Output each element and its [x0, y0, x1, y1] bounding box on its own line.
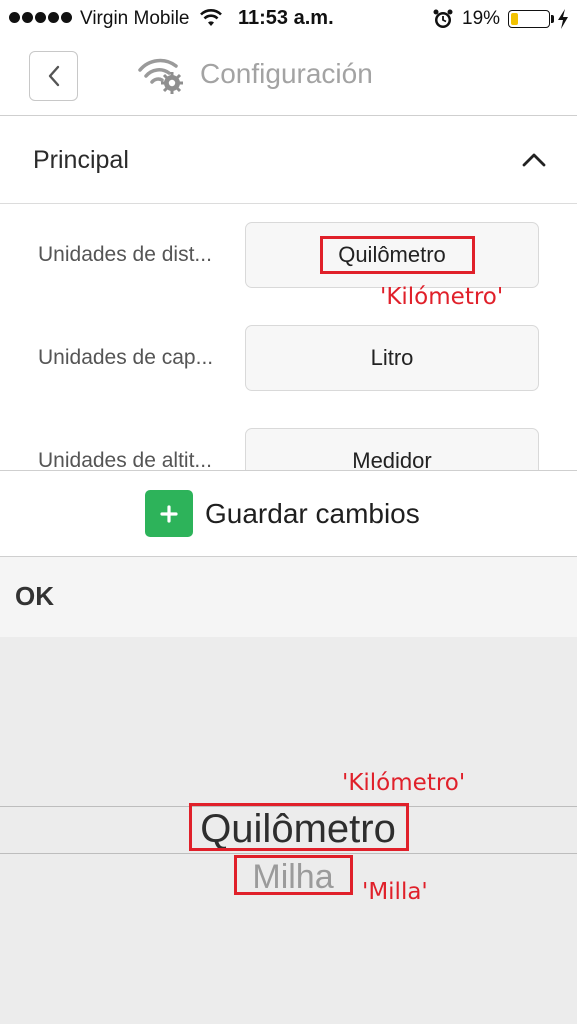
signal-strength-icon [9, 12, 72, 23]
alarm-icon [433, 9, 453, 28]
altitude-units-value: Medidor [352, 448, 432, 470]
section-principal-header[interactable]: Principal [0, 117, 577, 204]
status-bar: Virgin Mobile 11:53 a.m. 19% [0, 0, 577, 38]
battery-tip [551, 15, 554, 23]
altitude-units-label: Unidades de altit... [38, 449, 212, 470]
chevron-left-icon [48, 65, 59, 87]
save-changes-label: Guardar cambios [205, 497, 420, 529]
battery-percent: 19% [462, 8, 501, 29]
capacity-units-label: Unidades de cap... [38, 346, 214, 369]
picker-toolbar: OK [0, 557, 577, 637]
save-changes-button[interactable]: Guardar cambios [145, 490, 420, 537]
annotation-box-field [320, 236, 475, 274]
charging-bolt-icon [558, 9, 568, 29]
distance-units-label: Unidades de dist... [38, 243, 212, 266]
back-button[interactable] [29, 51, 78, 101]
annotation-box-picker-next [234, 855, 353, 895]
section-title: Principal [33, 146, 129, 174]
battery-icon [508, 10, 550, 28]
chevron-up-icon[interactable] [520, 150, 548, 170]
annotation-text-picker-next: 'Milla' [362, 879, 428, 905]
wifi-gear-icon [138, 58, 183, 94]
annotation-box-picker-selected [189, 803, 409, 851]
plus-glyph [160, 504, 178, 523]
clock: 11:53 a.m. [238, 7, 334, 29]
capacity-units-value: Litro [370, 345, 414, 370]
plus-icon [145, 490, 193, 537]
save-bar: Guardar cambios [0, 470, 577, 557]
altitude-units-select[interactable]: Medidor [245, 428, 539, 470]
annotation-text-field: 'Kilómetro' [380, 284, 504, 310]
page-title: Configuración [200, 58, 373, 89]
settings-list: Unidades de dist... Quilômetro Unidades … [0, 205, 577, 470]
ok-button[interactable]: OK [15, 581, 54, 612]
wifi-icon [200, 9, 222, 26]
app-header: Configuración [0, 38, 577, 116]
battery-level [511, 13, 518, 25]
capacity-units-select[interactable]: Litro [245, 325, 539, 391]
picker-selection-bottom-line [0, 853, 577, 854]
carrier-name: Virgin Mobile [80, 8, 190, 29]
annotation-text-picker-selected: 'Kilómetro' [342, 770, 466, 796]
